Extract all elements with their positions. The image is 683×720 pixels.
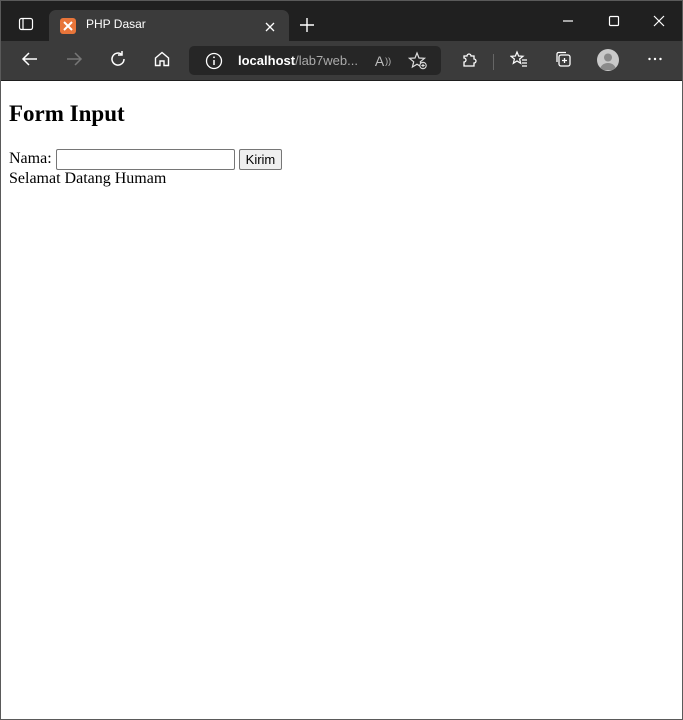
submit-button[interactable]: Kirim	[238, 148, 283, 170]
name-form: Nama: Kirim	[9, 148, 283, 170]
home-icon	[153, 50, 171, 72]
tab-strip: PHP Dasar	[1, 1, 682, 41]
add-favorite-icon[interactable]	[408, 51, 428, 71]
favorites-button[interactable]	[505, 47, 533, 75]
close-icon	[265, 17, 275, 36]
address-bar[interactable]: localhost/lab7web... A))	[189, 46, 441, 75]
url-ellipsis: ...	[347, 53, 358, 68]
puzzle-icon	[461, 50, 479, 72]
name-label: Nama:	[9, 150, 52, 167]
close-icon	[653, 12, 665, 31]
page-title: Form Input	[9, 101, 125, 126]
welcome-message: Selamat Datang Humam	[9, 170, 167, 187]
maximize-button[interactable]	[594, 7, 634, 35]
home-button[interactable]	[148, 47, 176, 75]
url-path: /lab7web	[295, 53, 348, 68]
favorites-icon	[509, 50, 528, 72]
settings-menu-button[interactable]	[641, 47, 669, 75]
browser-window: PHP Dasar localhost/lab7web... A)) Form…	[0, 0, 683, 720]
minimize-icon	[562, 12, 574, 31]
arrow-left-icon	[21, 50, 39, 72]
name-input[interactable]	[55, 148, 235, 170]
tab-php-dasar[interactable]: PHP Dasar	[49, 10, 289, 41]
new-tab-button[interactable]	[295, 15, 319, 39]
read-aloud-icon[interactable]: A))	[373, 52, 393, 70]
info-icon[interactable]	[205, 52, 223, 70]
profile-avatar[interactable]	[597, 49, 619, 71]
collections-button[interactable]	[549, 47, 577, 75]
tab-title: PHP Dasar	[86, 17, 146, 31]
page-content: Form Input Nama: Kirim Selamat Datang Hu…	[1, 81, 682, 719]
more-icon	[646, 50, 664, 72]
browser-toolbar: localhost/lab7web... A))	[1, 41, 682, 81]
refresh-button[interactable]	[104, 47, 132, 75]
maximize-icon	[608, 12, 620, 31]
url-text[interactable]: localhost/lab7web...	[238, 53, 366, 68]
tab-close-button[interactable]	[262, 18, 278, 34]
collections-icon	[554, 50, 572, 72]
xampp-icon	[60, 18, 76, 34]
plus-icon	[299, 17, 315, 37]
minimize-button[interactable]	[548, 7, 588, 35]
toolbar-divider	[493, 54, 494, 70]
tab-actions-button[interactable]	[11, 11, 41, 41]
tab-actions-icon	[18, 16, 34, 36]
person-icon	[600, 53, 616, 70]
arrow-right-icon	[65, 50, 83, 72]
close-window-button[interactable]	[639, 7, 679, 35]
forward-button[interactable]	[60, 47, 88, 75]
url-host: localhost	[238, 53, 296, 68]
back-button[interactable]	[16, 47, 44, 75]
extensions-button[interactable]	[456, 47, 484, 75]
refresh-icon	[109, 50, 127, 72]
